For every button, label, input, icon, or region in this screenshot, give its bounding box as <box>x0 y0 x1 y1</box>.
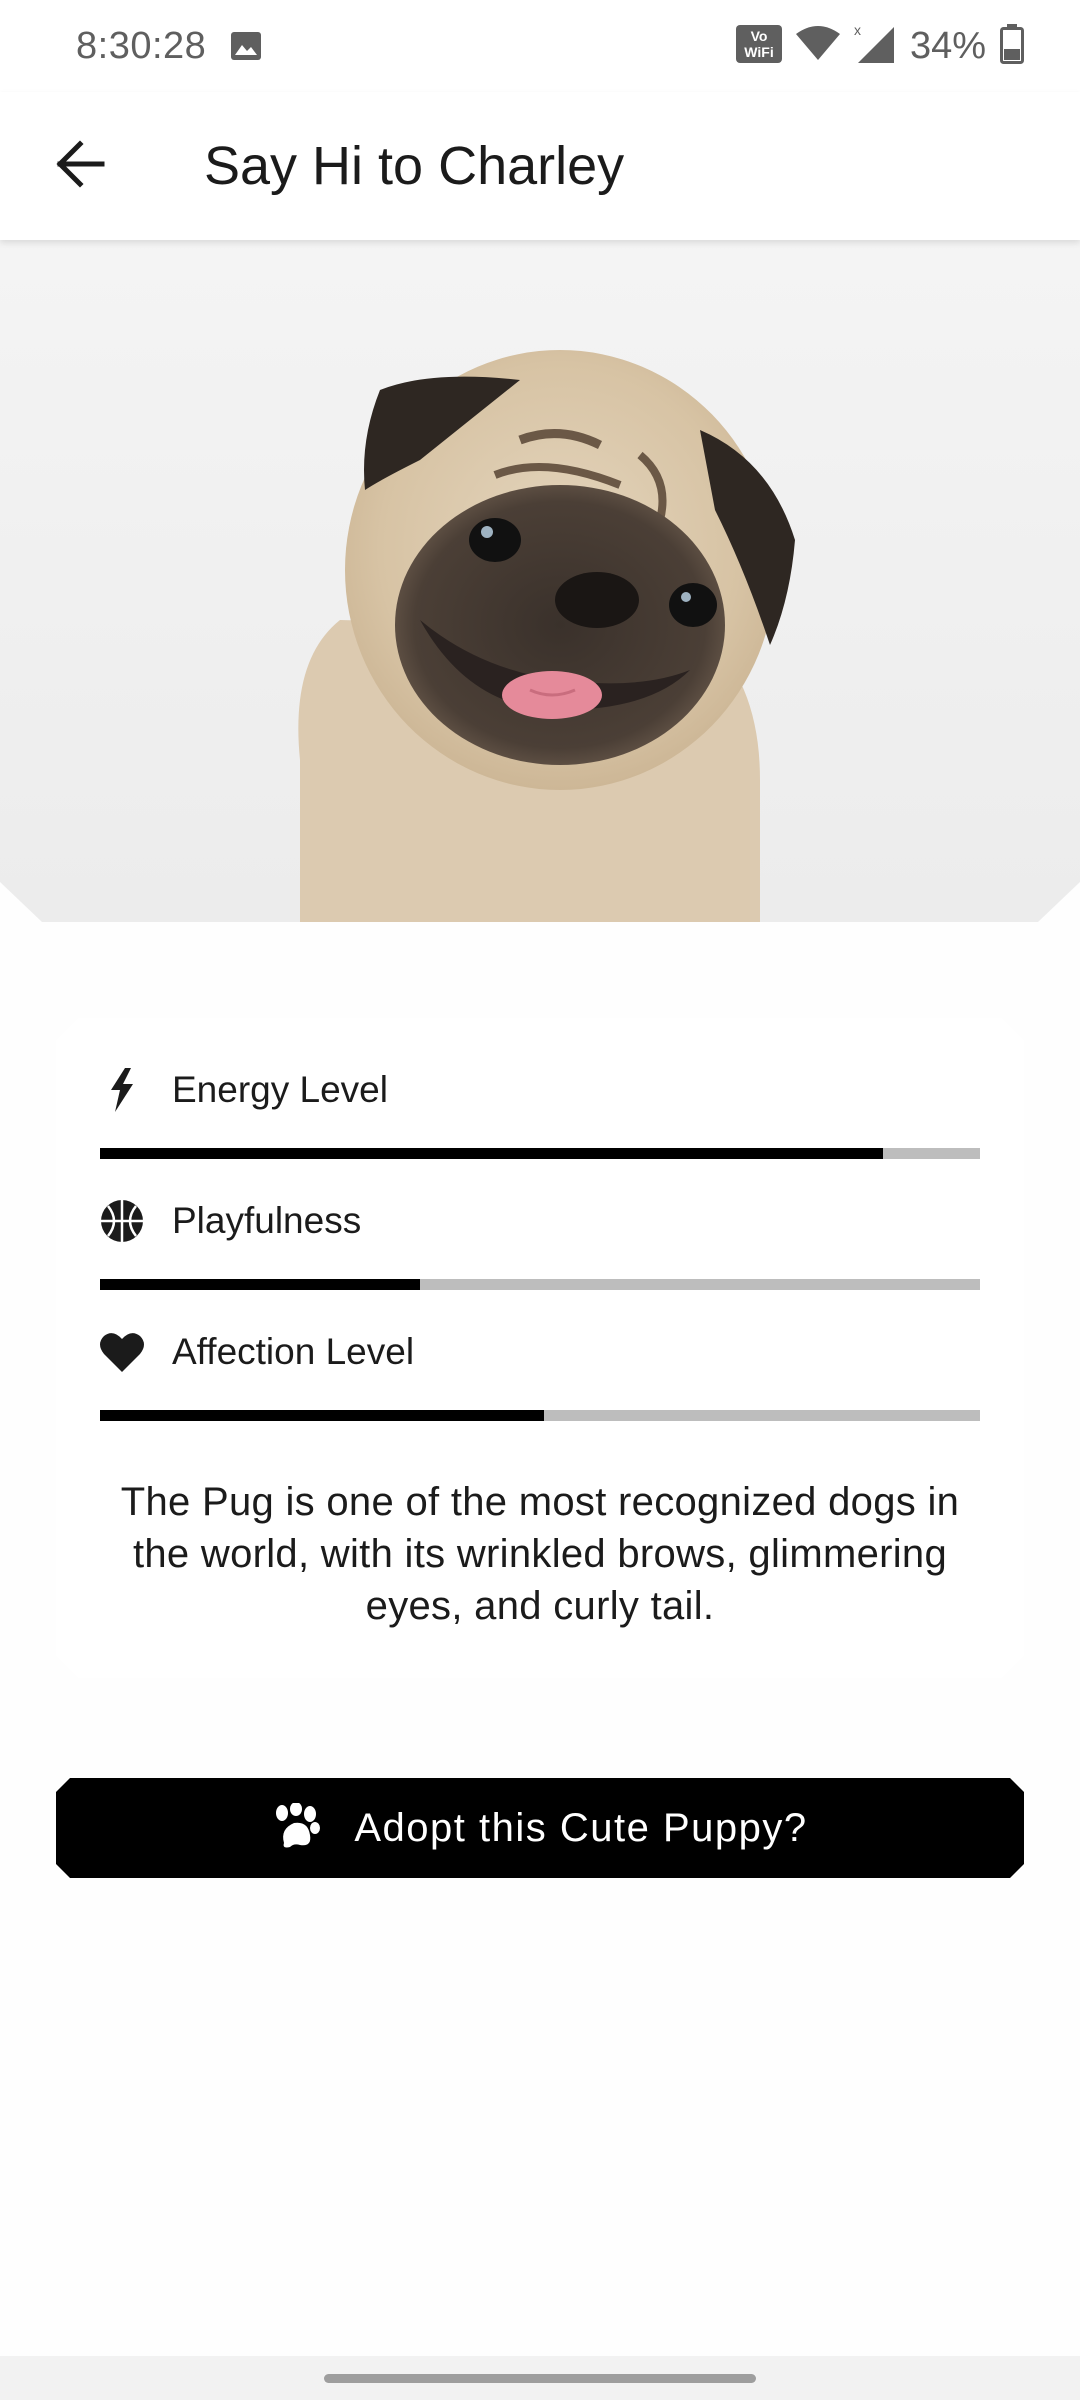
adopt-button[interactable]: Adopt this Cute Puppy? <box>56 1778 1024 1878</box>
energy-level-bar <box>100 1148 980 1159</box>
playfulness-bar <box>100 1279 980 1290</box>
svg-text:WiFi: WiFi <box>744 44 773 60</box>
status-bar: 8:30:28 Vo WiFi x 34% <box>0 0 1080 92</box>
pet-details-screen: 8:30:28 Vo WiFi x 34% Say Hi to Charley … <box>0 0 1080 2400</box>
gesture-nav-area <box>0 2356 1080 2400</box>
wifi-icon <box>795 25 840 67</box>
trait-label: Playfulness <box>172 1200 362 1241</box>
signal-icon: x <box>854 22 896 70</box>
adopt-button-label: Adopt this Cute Puppy? <box>354 1805 808 1850</box>
lightning-icon <box>100 1068 144 1112</box>
gallery-icon <box>230 31 262 61</box>
arrow-back-icon <box>54 139 106 193</box>
app-bar: Say Hi to Charley <box>0 92 1080 240</box>
status-time: 8:30:28 <box>76 24 207 67</box>
trait-energy-level: Energy Level <box>100 1060 980 1159</box>
playfulness-fill <box>100 1279 421 1290</box>
svg-text:Vo: Vo <box>751 28 768 44</box>
svg-text:x: x <box>854 23 861 38</box>
vowifi-icon: Vo WiFi <box>735 24 782 68</box>
paw-icon <box>272 1801 321 1854</box>
trait-label: Affection Level <box>172 1331 415 1372</box>
trait-playfulness: Playfulness <box>100 1191 980 1290</box>
trait-affection-level: Affection Level <box>100 1322 980 1421</box>
battery-percentage: 34% <box>909 24 986 67</box>
trait-label: Energy Level <box>172 1069 388 1110</box>
energy-level-fill <box>100 1148 884 1159</box>
battery-icon <box>1000 23 1024 69</box>
gesture-handle[interactable] <box>324 2374 756 2383</box>
traits-card: Energy Level Playfulness Affection Level… <box>56 1018 1024 1678</box>
basketball-icon <box>100 1199 144 1243</box>
affection-level-fill <box>100 1410 544 1421</box>
heart-icon <box>100 1330 144 1374</box>
pug-photo <box>0 240 1080 922</box>
affection-level-bar <box>100 1410 980 1421</box>
breed-description: The Pug is one of the most recognized do… <box>120 1480 960 1628</box>
page-title: Say Hi to Charley <box>204 136 625 196</box>
back-button[interactable] <box>30 116 130 216</box>
